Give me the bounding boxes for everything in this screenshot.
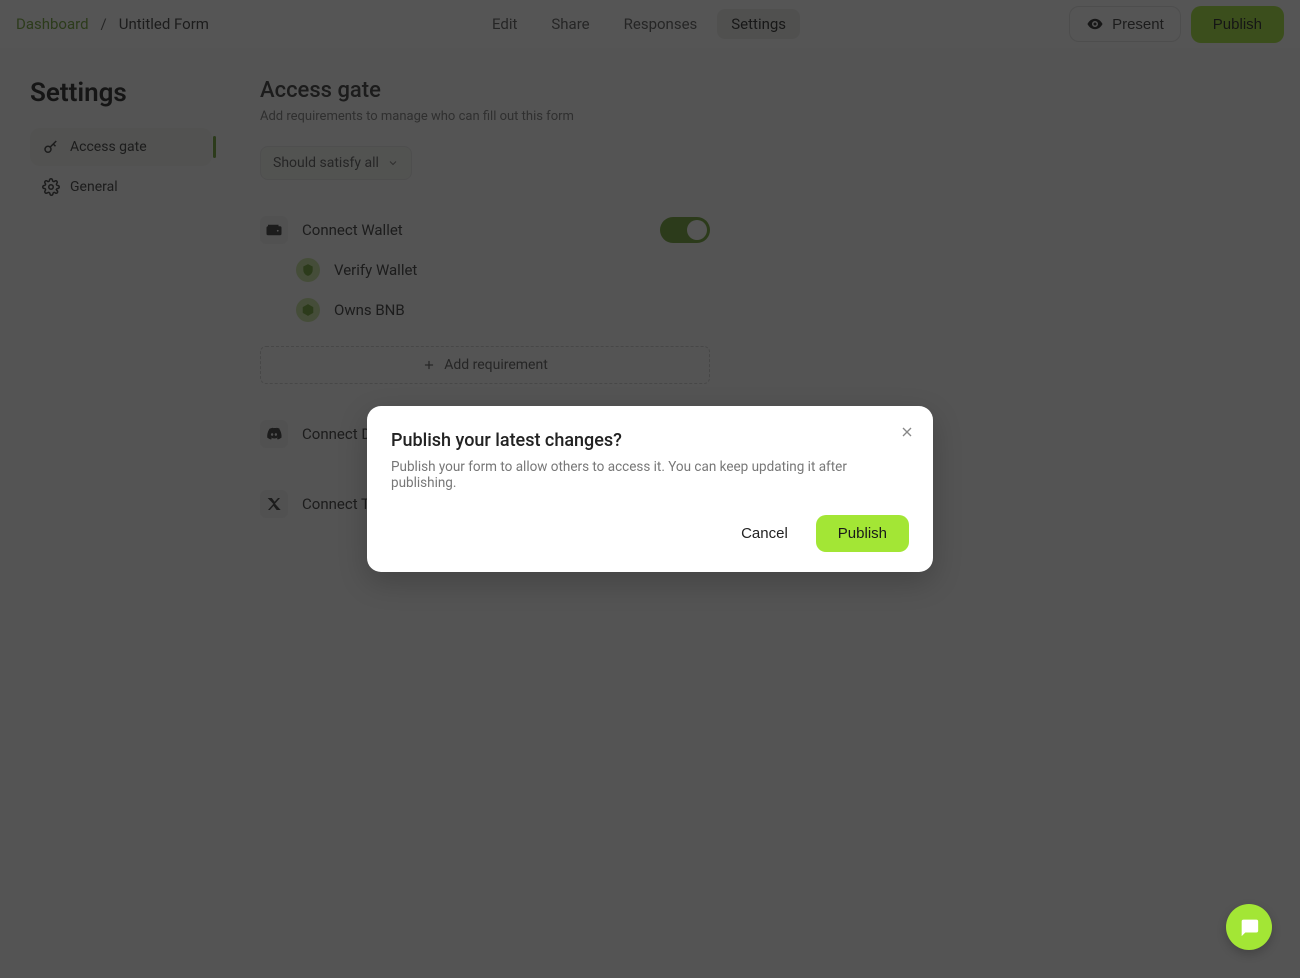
modal-overlay[interactable]: Publish your latest changes? Publish you… <box>0 0 1300 978</box>
modal-title: Publish your latest changes? <box>391 430 909 451</box>
close-button[interactable] <box>899 424 915 440</box>
modal-subtitle: Publish your form to allow others to acc… <box>391 459 909 491</box>
chat-icon <box>1238 916 1260 938</box>
intercom-button[interactable] <box>1226 904 1272 950</box>
publish-button[interactable]: Publish <box>816 515 909 552</box>
publish-modal: Publish your latest changes? Publish you… <box>367 406 933 572</box>
modal-actions: Cancel Publish <box>391 515 909 552</box>
close-icon <box>899 424 915 440</box>
cancel-button[interactable]: Cancel <box>723 515 806 552</box>
